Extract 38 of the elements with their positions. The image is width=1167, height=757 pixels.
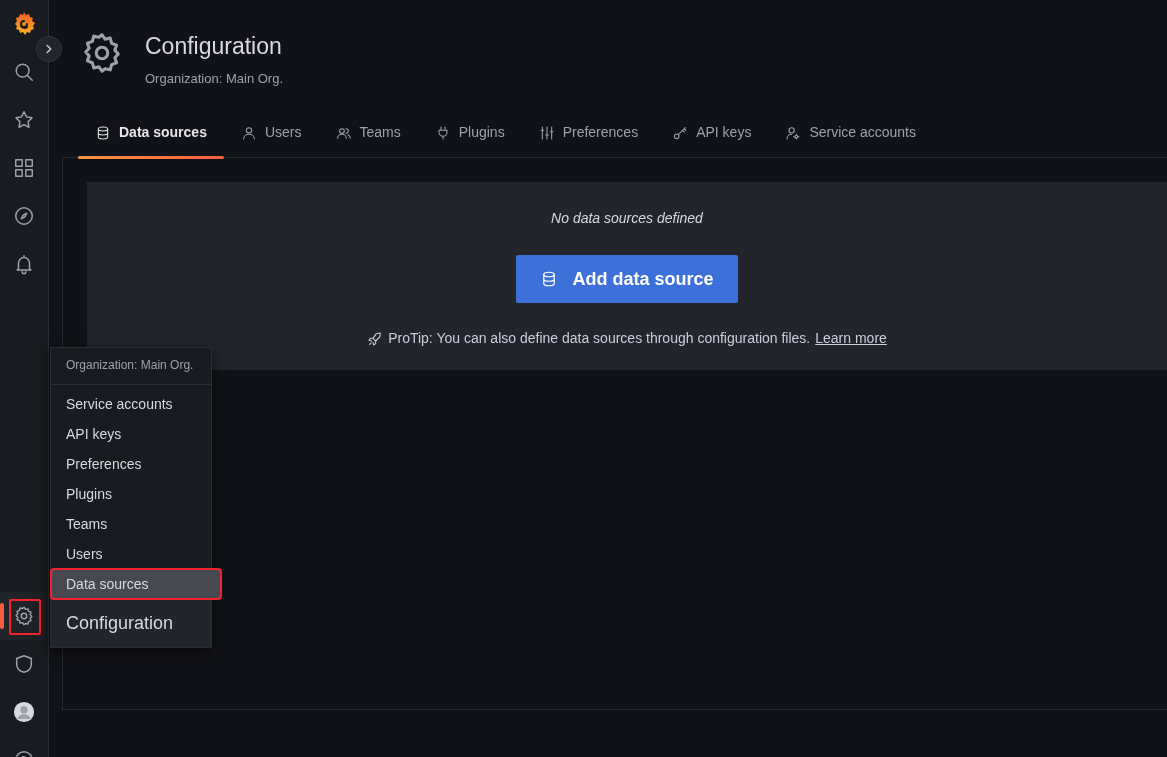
menu-item[interactable]: Data sources xyxy=(51,569,221,599)
tab[interactable]: Data sources xyxy=(78,118,224,157)
nav-button[interactable] xyxy=(0,592,48,640)
highlight-frame xyxy=(8,598,42,636)
menu-item[interactable]: API keys xyxy=(51,419,211,449)
page-subtitle: Organization: Main Org. xyxy=(145,69,283,88)
logo-icon[interactable] xyxy=(12,11,36,37)
database-icon xyxy=(95,124,111,141)
settings-icon xyxy=(13,605,35,627)
key-icon xyxy=(672,124,689,141)
sliders-icon xyxy=(538,124,555,141)
empty-message: No data sources defined xyxy=(551,209,703,228)
page-title: Configuration xyxy=(145,33,283,61)
tab[interactable]: Users xyxy=(223,118,319,157)
user-gear-icon xyxy=(785,124,802,141)
menu-item[interactable]: Plugins xyxy=(51,479,211,509)
tab[interactable]: Service accounts xyxy=(768,118,933,157)
user-icon xyxy=(240,124,257,141)
compass-icon xyxy=(13,205,35,227)
menu-item[interactable]: Teams xyxy=(51,509,211,539)
tab[interactable]: Preferences xyxy=(521,118,656,157)
star-icon xyxy=(13,109,35,131)
avatar-icon xyxy=(13,701,35,723)
learn-more-link[interactable]: Learn more xyxy=(815,328,887,349)
menu-title: Configuration xyxy=(51,599,211,647)
add-data-source-button[interactable]: Add data source xyxy=(516,255,738,303)
menu-item[interactable]: Preferences xyxy=(51,449,211,479)
menu-header: Organization: Main Org. xyxy=(51,348,211,385)
tab[interactable]: API keys xyxy=(655,118,769,157)
protip-text: ProTip: You can also define data sources through configuration files. xyxy=(388,329,811,348)
tab[interactable]: Teams xyxy=(318,118,418,157)
shield-icon xyxy=(13,653,35,675)
tab[interactable]: Plugins xyxy=(417,118,522,157)
rocket-icon xyxy=(367,330,384,347)
menu-item[interactable]: Users xyxy=(51,539,211,569)
menu-item[interactable]: Service accounts xyxy=(51,389,211,419)
grid-icon xyxy=(13,157,35,179)
search-icon xyxy=(13,61,35,83)
